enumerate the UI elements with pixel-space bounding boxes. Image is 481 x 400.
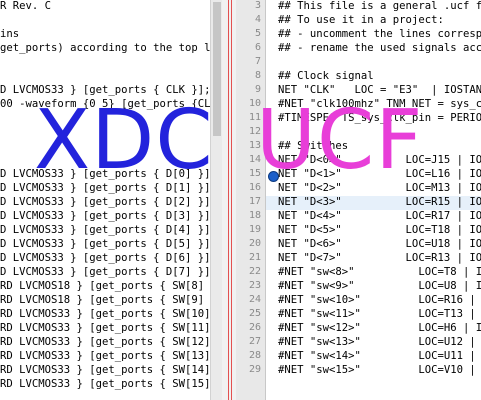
left-code-line: D LVCMOS33 } [get_ports { D[7] }] — [0, 266, 210, 278]
right-code-line: ## Clock signal — [278, 70, 374, 82]
divider-line — [228, 0, 229, 400]
left-code-line: D LVCMOS33 } [get_ports { D[6] }] — [0, 252, 210, 264]
line-number: 29 — [248, 364, 261, 375]
left-code-line: D LVCMOS33 } [get_ports { D[3] }] — [0, 210, 210, 222]
left-code-line: RD LVCMOS33 } [get_ports { SW[10] — [0, 308, 210, 320]
xdc-overlay-label: XDC — [34, 93, 214, 188]
line-number: 18 — [248, 210, 261, 221]
left-code-line: D LVCMOS33 } [get_ports { D[2] }] — [0, 196, 210, 208]
line-number: 24 — [248, 294, 261, 305]
right-code-line: #NET "sw<13>" LOC=U12 | I — [278, 336, 481, 348]
left-code-line: RD LVCMOS33 } [get_ports { SW[15] — [0, 378, 210, 390]
divider-line — [231, 0, 232, 400]
line-number: 21 — [248, 252, 261, 263]
left-code-line: RD LVCMOS18 } [get_ports { SW[8] — [0, 280, 205, 292]
left-code-line: D LVCMOS33 } [get_ports { D[5] }] — [0, 238, 210, 250]
line-number: 8 — [254, 70, 261, 81]
left-code-line: RD LVCMOS33 } [get_ports { SW[11] — [0, 322, 210, 334]
line-number: 19 — [248, 224, 261, 235]
left-scrollbar-thumb[interactable] — [213, 2, 221, 136]
right-code-line: NET "D<3>" LOC=R15 | IOS — [278, 196, 481, 208]
right-code-line: #NET "sw<10>" LOC=R16 | I — [278, 294, 481, 306]
right-editor-pane[interactable]: 3 4 5 6 7 8 9 10 11 12 13 14 15 16 17 18 19 20 21 22 23 24 25 2… — [236, 0, 481, 400]
right-code-line: NET "D<5>" LOC=T18 | IOS — [278, 224, 481, 236]
line-number: 25 — [248, 308, 261, 319]
right-code-line: NET "D<6>" LOC=U18 | IOS — [278, 238, 481, 250]
line-number: 20 — [248, 238, 261, 249]
left-editor-pane[interactable]: R Rev. C ins get_ports) according to the t… — [0, 0, 210, 400]
right-code-line: ## To use it in a project: — [278, 14, 444, 26]
right-code-line: NET "D<7>" LOC=R13 | IOS — [278, 252, 481, 264]
line-number: 7 — [254, 56, 261, 67]
right-code-line: ## - rename the used signals acco — [278, 42, 481, 54]
right-code-line: NET "D<4>" LOC=R17 | IOS — [278, 210, 481, 222]
left-code-line: ins — [0, 28, 20, 40]
right-code-line: ## This file is a general .ucf fo — [278, 0, 481, 12]
line-number: 28 — [248, 350, 261, 361]
right-code-line: #NET "sw<9>" LOC=U8 | IO — [278, 280, 481, 292]
left-code-line: RD LVCMOS33 } [get_ports { SW[13] — [0, 350, 210, 362]
left-code-line: RD LVCMOS33 } [get_ports { SW[14] — [0, 364, 210, 376]
line-number: 22 — [248, 266, 261, 277]
line-number: 3 — [254, 0, 261, 11]
left-code-line: RD LVCMOS18 } [get_ports { SW[9] — [0, 294, 205, 306]
left-code-line: R Rev. C — [0, 0, 52, 12]
left-code-line: D LVCMOS33 } [get_ports { D[4] }] — [0, 224, 210, 236]
left-code-line: get_ports) according to the top l — [0, 42, 210, 54]
right-code-line: #NET "sw<15>" LOC=V10 | I — [278, 364, 481, 376]
line-number: 5 — [254, 28, 261, 39]
line-number: 26 — [248, 322, 261, 333]
right-code-line: #NET "sw<8>" LOC=T8 | IO — [278, 266, 481, 278]
right-code-line: #NET "sw<14>" LOC=U11 | I — [278, 350, 481, 362]
line-number: 4 — [254, 14, 261, 25]
line-number: 17 — [248, 196, 261, 207]
line-number: 27 — [248, 336, 261, 347]
left-code-line: RD LVCMOS33 } [get_ports { SW[12] — [0, 336, 210, 348]
right-code-line: #NET "sw<12>" LOC=H6 | IO — [278, 322, 481, 334]
right-code-line: ## - uncomment the lines correspo — [278, 28, 481, 40]
ucf-overlay-label: UCF — [256, 93, 424, 188]
right-code-line: #NET "sw<11>" LOC=T13 | I — [278, 308, 481, 320]
line-number: 23 — [248, 280, 261, 291]
line-number-gutter: 3 4 5 6 7 8 9 10 11 12 13 14 15 16 17 18 19 20 21 22 23 24 25 2… — [236, 0, 266, 400]
split-divider[interactable] — [222, 0, 236, 400]
line-number: 6 — [254, 42, 261, 53]
